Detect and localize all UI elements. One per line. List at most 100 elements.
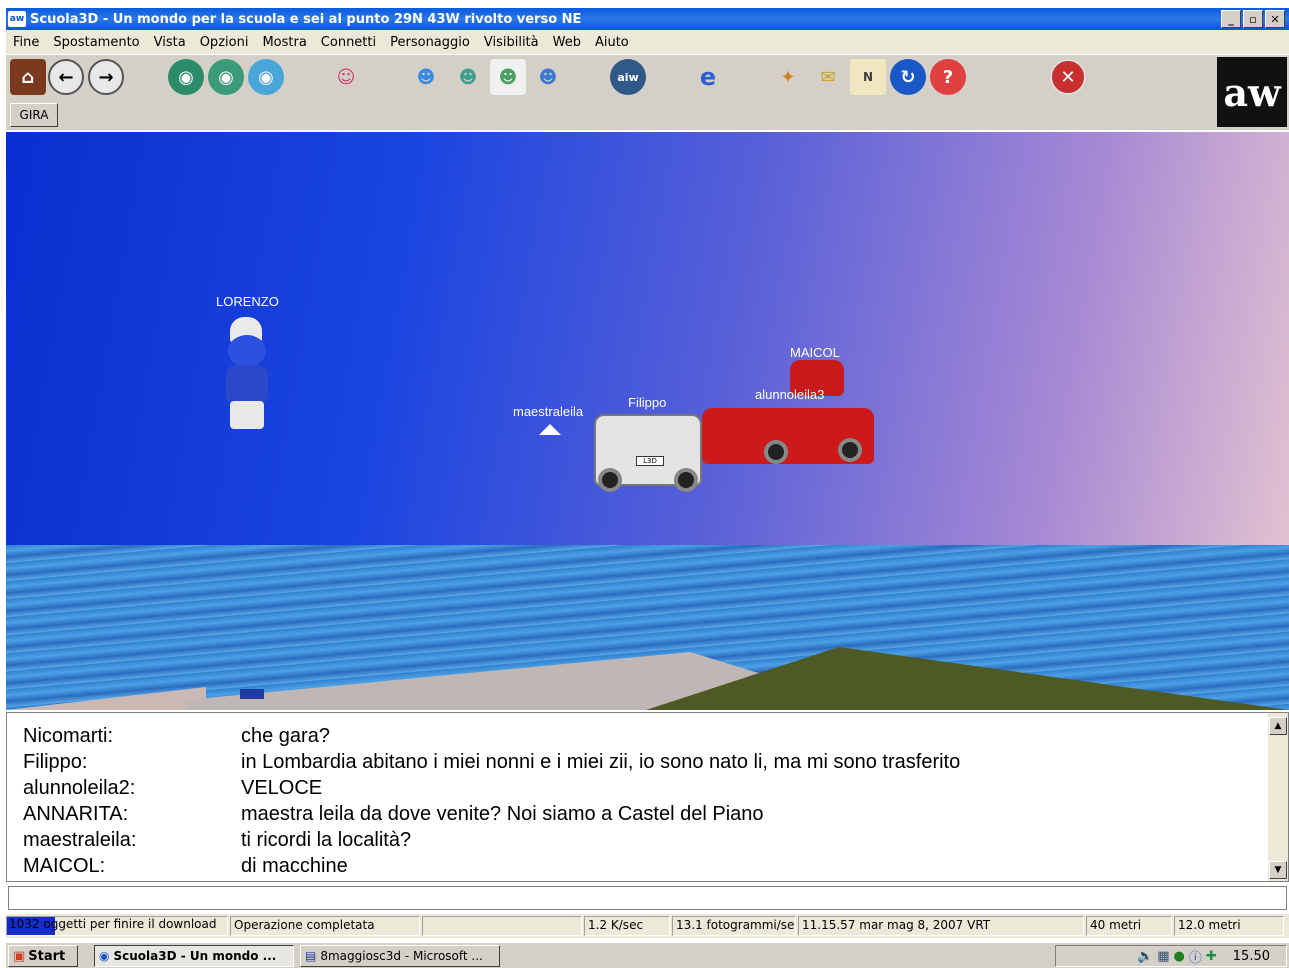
chat-message: maestraleila: ti ricordi la località? bbox=[23, 829, 411, 852]
menu-bar: Fine Spostamento Vista Opzioni Mostra Co… bbox=[6, 30, 1289, 54]
start-label: Start bbox=[28, 948, 66, 964]
self-position-marker bbox=[539, 424, 561, 435]
avatar-label-filippo: Filippo bbox=[628, 395, 667, 410]
flag-marker bbox=[240, 689, 264, 699]
chat-sender: ANNARITA: bbox=[23, 803, 129, 825]
view-front-icon[interactable]: ◉ bbox=[248, 59, 284, 95]
3d-viewport[interactable]: LORENZO maestraleila Filippo L3D MAICOL … bbox=[6, 132, 1289, 710]
clock: 15.50 bbox=[1232, 948, 1270, 964]
eye-user-icon[interactable]: ☻ bbox=[450, 59, 486, 95]
menu-opzioni[interactable]: Opzioni bbox=[193, 35, 256, 50]
volume-icon[interactable]: 🔈 bbox=[1137, 949, 1153, 964]
back-icon[interactable]: ← bbox=[48, 59, 84, 95]
chat-sender: Filippo: bbox=[23, 751, 88, 773]
status-visibility: 12.0 metri bbox=[1174, 916, 1284, 936]
menu-spostamento[interactable]: Spostamento bbox=[46, 35, 146, 50]
status-speed: 1.2 K/sec bbox=[584, 916, 670, 936]
taskbar: ▣ Start ◉ Scuola3D - Un mondo ... ▤ 8mag… bbox=[6, 942, 1289, 968]
chat-text: di macchine bbox=[241, 855, 348, 877]
aiw-icon[interactable]: aiw bbox=[610, 59, 646, 95]
telegram-icon[interactable]: ☺ bbox=[328, 59, 364, 95]
status-operation: Operazione completata bbox=[230, 916, 420, 936]
scroll-up-icon[interactable]: ▲ bbox=[1269, 717, 1287, 735]
chat-sender: alunnoleila2: bbox=[23, 777, 136, 799]
window-title-bar[interactable]: aw Scuola3D - Un mondo per la scuola e s… bbox=[6, 8, 1289, 30]
status-bar: 1032 oggetti per finire il download Oper… bbox=[6, 914, 1289, 938]
start-button[interactable]: ▣ Start bbox=[8, 945, 78, 967]
avatar-label-lorenzo: LORENZO bbox=[216, 294, 279, 309]
chat-text: in Lombardia abitano i miei nonni e i mi… bbox=[241, 751, 961, 773]
tray-green-icon[interactable]: ✚ bbox=[1206, 949, 1217, 964]
status-fps: 13.1 fotogrammi/sec bbox=[672, 916, 796, 936]
view-first-person-icon[interactable]: ◉ bbox=[168, 59, 204, 95]
scroll-down-icon[interactable]: ▼ bbox=[1269, 861, 1287, 879]
home-icon[interactable]: ⌂ bbox=[10, 59, 46, 95]
avatar-label-alunnoleila3: alunnoleila3 bbox=[755, 387, 825, 402]
menu-connetti[interactable]: Connetti bbox=[314, 35, 383, 50]
status-distance: 40 metri bbox=[1086, 916, 1172, 936]
status-empty bbox=[422, 916, 582, 936]
user-icon[interactable]: ☻ bbox=[408, 59, 444, 95]
info-icon[interactable]: ⓘ bbox=[1189, 947, 1202, 966]
avatar-label-maicol: MAICOL bbox=[790, 345, 840, 360]
forward-icon[interactable]: → bbox=[88, 59, 124, 95]
aw-app-icon[interactable]: aw bbox=[8, 11, 26, 27]
word-icon: ▤ bbox=[305, 949, 317, 963]
menu-mostra[interactable]: Mostra bbox=[255, 35, 313, 50]
system-tray: 🔈 ▦ ● ⓘ ✚ 15.50 bbox=[1055, 945, 1287, 967]
tool-envelope-icon[interactable]: ✉ bbox=[810, 59, 846, 95]
chat-message: alunnoleila2: VELOCE bbox=[23, 777, 322, 800]
task-label: 8maggiosc3d - Microsoft ... bbox=[320, 949, 483, 963]
refresh-icon[interactable]: ↻ bbox=[890, 59, 926, 95]
status-download: 1032 oggetti per finire il download bbox=[6, 916, 228, 936]
gira-button[interactable]: GIRA bbox=[10, 103, 58, 127]
window-title: Scuola3D - Un mondo per la scuola e sei … bbox=[30, 11, 582, 27]
chat-sender: maestraleila: bbox=[23, 829, 137, 851]
aw-app-icon: ◉ bbox=[99, 949, 110, 963]
status-datetime: 11.15.57 mar mag 8, 2007 VRT bbox=[798, 916, 1084, 936]
menu-vista[interactable]: Vista bbox=[147, 35, 193, 50]
maximize-button[interactable]: ▫ bbox=[1243, 10, 1263, 28]
help-icon[interactable]: ? bbox=[930, 59, 966, 95]
chat-log[interactable]: Nicomarti: che gara? Filippo: in Lombard… bbox=[6, 712, 1289, 882]
chat-text: ti ricordi la località? bbox=[241, 829, 412, 851]
users-icon[interactable]: ☻ bbox=[530, 59, 566, 95]
chat-text: maestra leila da dove venite? Noi siamo … bbox=[241, 803, 764, 825]
aw-logo: aw bbox=[1217, 57, 1287, 127]
task-label: Scuola3D - Un mondo ... bbox=[113, 949, 277, 963]
chat-text: VELOCE bbox=[241, 777, 323, 799]
browser-icon[interactable]: e bbox=[690, 59, 726, 95]
toolbar: ⌂ ← → ◉ ◉ ◉ ☺ ☻ ☻ ☻ ☻ aiw e ✦ ✉ N ↻ ? ✕ … bbox=[6, 54, 1289, 130]
menu-personaggio[interactable]: Personaggio bbox=[383, 35, 477, 50]
menu-visibilita[interactable]: Visibilità bbox=[477, 35, 546, 50]
avatar-filippo-car[interactable]: L3D bbox=[594, 414, 702, 492]
chat-text: che gara? bbox=[241, 725, 330, 747]
minimize-button[interactable]: _ bbox=[1221, 10, 1241, 28]
menu-web[interactable]: Web bbox=[546, 35, 588, 50]
chat-message: ANNARITA: maestra leila da dove venite? … bbox=[23, 803, 764, 826]
network-icon[interactable]: ▦ bbox=[1157, 949, 1169, 964]
chat-scrollbar[interactable]: ▲ ▼ bbox=[1268, 713, 1288, 881]
tool-rocket-icon[interactable]: ✦ bbox=[770, 59, 806, 95]
chat-sender: MAICOL: bbox=[23, 855, 106, 877]
tray-app-icon[interactable]: ● bbox=[1174, 949, 1185, 964]
compass-icon[interactable]: N bbox=[850, 59, 886, 95]
menu-aiuto[interactable]: Aiuto bbox=[588, 35, 636, 50]
status-download-text: 1032 oggetti per finire il download bbox=[9, 917, 217, 931]
avatar-label-maestraleila: maestraleila bbox=[513, 404, 584, 419]
windows-logo-icon: ▣ bbox=[13, 948, 26, 964]
avatar-lorenzo[interactable] bbox=[220, 317, 276, 429]
window-controls: _ ▫ ✕ bbox=[1221, 10, 1285, 28]
task-scuola3d[interactable]: ◉ Scuola3D - Un mondo ... bbox=[94, 945, 294, 967]
chat-input[interactable] bbox=[8, 886, 1287, 910]
chat-message: Nicomarti: che gara? bbox=[23, 725, 330, 748]
avatar-alunnoleila3-car[interactable] bbox=[702, 408, 874, 464]
task-word[interactable]: ▤ 8maggiosc3d - Microsoft ... bbox=[300, 945, 500, 967]
close-button[interactable]: ✕ bbox=[1265, 10, 1285, 28]
menu-fine[interactable]: Fine bbox=[6, 35, 46, 50]
exit-icon[interactable]: ✕ bbox=[1050, 59, 1086, 95]
view-third-person-icon[interactable]: ◉ bbox=[208, 59, 244, 95]
chat-message: Filippo: in Lombardia abitano i miei non… bbox=[23, 751, 960, 774]
user-selected-icon[interactable]: ☻ bbox=[490, 59, 526, 95]
chat-message: MAICOL: di macchine bbox=[23, 855, 348, 878]
